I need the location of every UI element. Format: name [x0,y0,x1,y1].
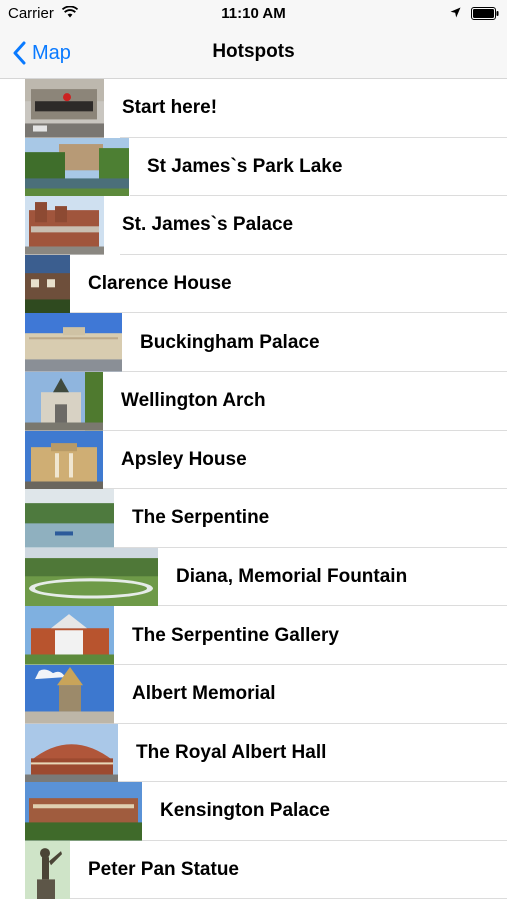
house-photo [25,430,103,490]
statue-photo [25,840,70,900]
list-item[interactable]: Buckingham Palace [0,313,507,372]
fountain-photo [25,547,158,607]
list-item[interactable]: Start here! [0,79,507,138]
palace-photo [25,313,122,372]
hotspot-label: Wellington Arch [121,390,266,412]
hotspot-label: St James`s Park Lake [147,155,343,177]
memorial-photo [25,664,114,724]
list-item[interactable]: Clarence House [0,254,507,314]
hotspot-label: Clarence House [88,273,232,295]
list-item[interactable]: Wellington Arch [0,371,507,431]
hotspot-label: Apsley House [121,448,247,470]
hotspot-list[interactable]: Start here! St James`s Park Lake St. Jam… [0,79,507,900]
list-item[interactable]: Peter Pan Statue [0,840,507,900]
list-item[interactable]: St. James`s Palace [0,196,507,255]
hotspot-label: Buckingham Palace [140,331,320,353]
gallery-photo [25,606,114,665]
list-item[interactable]: Apsley House [0,430,507,490]
status-bar: Carrier 11:10 AM [0,0,507,28]
list-item[interactable]: The Serpentine [0,489,507,548]
hotspot-label: The Serpentine [132,507,270,529]
location-arrow-icon [450,7,461,18]
list-item[interactable]: Diana, Memorial Fountain [0,547,507,607]
palace-photo [25,782,142,841]
clock-label: 11:10 AM [221,5,286,22]
hotspot-label: Diana, Memorial Fountain [176,566,408,588]
list-item[interactable]: St James`s Park Lake [0,137,507,197]
list-item[interactable]: The Royal Albert Hall [0,723,507,783]
list-item[interactable]: Albert Memorial [0,664,507,724]
arch-photo [25,371,103,431]
hotspot-label: Peter Pan Statue [88,859,239,881]
hotspot-label: Albert Memorial [132,683,276,705]
hotspot-label: Kensington Palace [160,800,330,822]
navigation-bar: Map Hotspots [0,28,507,79]
park-lake-photo [25,137,129,197]
hotspot-label: The Royal Albert Hall [136,741,327,763]
lake-photo [25,489,114,548]
list-item[interactable]: Kensington Palace [0,782,507,841]
hotspot-label: The Serpentine Gallery [132,624,339,646]
hotspot-label: St. James`s Palace [122,214,294,236]
page-title: Hotspots [212,41,295,62]
brick-palace-photo [25,196,104,255]
concert-hall-photo [25,723,118,783]
list-item[interactable]: The Serpentine Gallery [0,606,507,665]
street-building-photo [25,79,104,138]
house-photo [25,254,70,314]
hotspot-label: Start here! [122,97,218,119]
battery-icon [471,7,499,20]
